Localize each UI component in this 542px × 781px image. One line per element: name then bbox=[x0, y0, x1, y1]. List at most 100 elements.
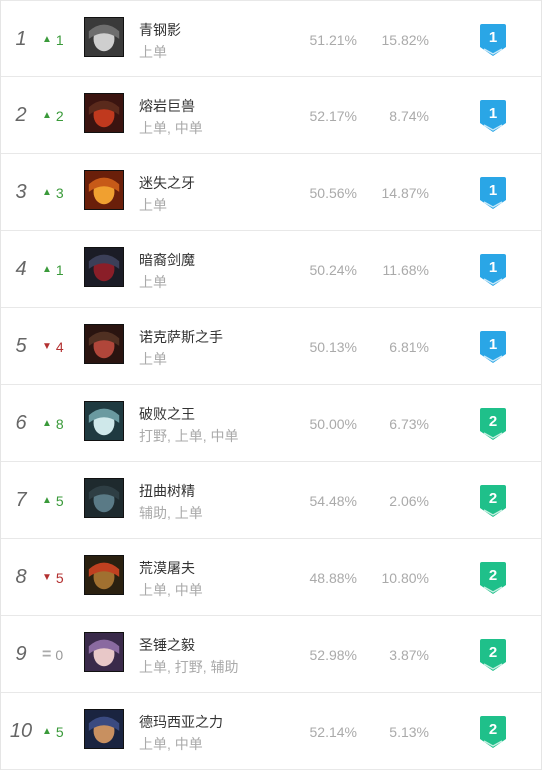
champion-lanes: 上单, 中单 bbox=[139, 582, 203, 598]
rank-change: ▲ 2 bbox=[42, 77, 64, 154]
svg-text:1: 1 bbox=[489, 336, 497, 353]
champion-portrait[interactable] bbox=[84, 324, 124, 364]
tier-badge-icon: 2 bbox=[480, 716, 506, 748]
tier-badge-icon: 1 bbox=[480, 254, 506, 286]
rank-change: ▲ 5 bbox=[42, 462, 64, 539]
champion-portrait[interactable] bbox=[84, 555, 124, 595]
pick-rate: 10.80% bbox=[381, 569, 429, 586]
arrow-up-icon: ▲ bbox=[42, 495, 52, 506]
tier-badge-icon: 1 bbox=[480, 24, 506, 56]
champion-name[interactable]: 迷失之牙 bbox=[139, 173, 195, 193]
win-rate: 50.00% bbox=[309, 415, 357, 432]
rank-change-value: 8 bbox=[55, 415, 64, 432]
tier-badge-icon: 1 bbox=[480, 177, 506, 209]
rank-change: ▲ 1 bbox=[42, 1, 64, 78]
champion-name[interactable]: 诺克萨斯之手 bbox=[139, 327, 223, 347]
svg-text:1: 1 bbox=[489, 29, 497, 46]
champion-name[interactable]: 破败之王 bbox=[139, 404, 195, 424]
tier-badge-icon: 2 bbox=[480, 485, 506, 517]
rank-number: 1 bbox=[15, 28, 27, 50]
champion-row[interactable]: 7 ▲ 5 扭曲树精 辅助, 上单 54.48% 2.06% 2 bbox=[1, 462, 541, 539]
rank-change: ▼ 4 bbox=[42, 308, 64, 385]
champion-portrait[interactable] bbox=[84, 632, 124, 672]
rank-change-value: 4 bbox=[55, 338, 64, 355]
tier-badge-icon: 2 bbox=[480, 562, 506, 594]
champion-row[interactable]: 6 ▲ 8 破败之王 打野, 上单, 中单 50.00% 6.73% 2 bbox=[1, 385, 541, 462]
champion-row[interactable]: 2 ▲ 2 熔岩巨兽 上单, 中单 52.17% 8.74% 1 bbox=[1, 77, 541, 154]
svg-text:2: 2 bbox=[489, 721, 497, 738]
rank-change: ▲ 8 bbox=[42, 385, 64, 462]
pick-rate: 8.74% bbox=[389, 107, 429, 124]
champion-lanes: 上单 bbox=[139, 274, 167, 290]
tier-badge-icon: 1 bbox=[480, 331, 506, 363]
champion-row[interactable]: 8 ▼ 5 荒漠屠夫 上单, 中单 48.88% 10.80% 2 bbox=[1, 539, 541, 616]
champion-row[interactable]: 5 ▼ 4 诺克萨斯之手 上单 50.13% 6.81% 1 bbox=[1, 308, 541, 385]
pick-rate: 6.73% bbox=[389, 415, 429, 432]
champion-portrait[interactable] bbox=[84, 247, 124, 287]
rank-number: 10 bbox=[9, 720, 33, 742]
rank-change-value: 2 bbox=[55, 107, 64, 124]
rank-change: ▼ 5 bbox=[42, 539, 64, 616]
champion-lanes: 上单, 打野, 辅助 bbox=[139, 659, 239, 675]
svg-text:2: 2 bbox=[489, 567, 497, 584]
rank-change-value: 5 bbox=[55, 723, 64, 740]
win-rate: 48.88% bbox=[309, 569, 357, 586]
champion-name[interactable]: 青钢影 bbox=[139, 20, 181, 40]
rank-change: ▲ 5 bbox=[42, 693, 64, 770]
champion-name[interactable]: 圣锤之毅 bbox=[139, 635, 195, 655]
arrow-up-icon: ▲ bbox=[42, 187, 52, 198]
champion-lanes: 上单 bbox=[139, 44, 167, 60]
arrow-up-icon: ▲ bbox=[42, 726, 52, 737]
svg-text:1: 1 bbox=[489, 259, 497, 276]
svg-text:2: 2 bbox=[489, 644, 497, 661]
champion-portrait[interactable] bbox=[84, 93, 124, 133]
equal-icon: = bbox=[42, 645, 52, 663]
pick-rate: 6.81% bbox=[389, 338, 429, 355]
champion-portrait[interactable] bbox=[84, 170, 124, 210]
champion-row[interactable]: 9 = 0 圣锤之毅 上单, 打野, 辅助 52.98% 3.87% 2 bbox=[1, 616, 541, 693]
tier-badge-icon: 2 bbox=[480, 408, 506, 440]
champion-portrait[interactable] bbox=[84, 709, 124, 749]
svg-text:1: 1 bbox=[489, 105, 497, 122]
arrow-down-icon: ▼ bbox=[42, 341, 52, 352]
champion-name[interactable]: 德玛西亚之力 bbox=[139, 712, 223, 732]
rank-number: 3 bbox=[15, 181, 27, 203]
win-rate: 52.17% bbox=[309, 107, 357, 124]
champion-name[interactable]: 暗裔剑魔 bbox=[139, 250, 195, 270]
pick-rate: 5.13% bbox=[389, 723, 429, 740]
arrow-up-icon: ▲ bbox=[42, 418, 52, 429]
rank-change-value: 3 bbox=[55, 184, 64, 201]
champion-lanes: 辅助, 上单 bbox=[139, 505, 203, 521]
champion-row[interactable]: 10 ▲ 5 德玛西亚之力 上单, 中单 52.14% 5.13% 2 bbox=[1, 693, 541, 770]
champion-portrait[interactable] bbox=[84, 401, 124, 441]
rank-change-value: 0 bbox=[55, 646, 64, 663]
rank-number: 9 bbox=[15, 643, 27, 665]
champion-row[interactable]: 4 ▲ 1 暗裔剑魔 上单 50.24% 11.68% 1 bbox=[1, 231, 541, 308]
pick-rate: 11.68% bbox=[382, 261, 429, 278]
tier-badge-icon: 1 bbox=[480, 100, 506, 132]
pick-rate: 15.82% bbox=[381, 31, 429, 48]
champion-lanes: 上单, 中单 bbox=[139, 120, 203, 136]
champion-lanes: 上单 bbox=[139, 351, 167, 367]
champion-row[interactable]: 3 ▲ 3 迷失之牙 上单 50.56% 14.87% 1 bbox=[1, 154, 541, 231]
win-rate: 50.24% bbox=[309, 261, 357, 278]
rank-number: 5 bbox=[15, 335, 27, 357]
champion-portrait[interactable] bbox=[84, 17, 124, 57]
rank-change-value: 5 bbox=[55, 569, 64, 586]
champion-lanes: 上单 bbox=[139, 197, 167, 213]
win-rate: 50.13% bbox=[309, 338, 357, 355]
rank-change: ▲ 3 bbox=[42, 154, 64, 231]
champion-portrait[interactable] bbox=[84, 478, 124, 518]
arrow-up-icon: ▲ bbox=[42, 264, 52, 275]
arrow-up-icon: ▲ bbox=[42, 34, 52, 45]
rank-change-value: 5 bbox=[55, 492, 64, 509]
win-rate: 52.14% bbox=[309, 723, 357, 740]
rank-number: 6 bbox=[15, 412, 27, 434]
win-rate: 50.56% bbox=[309, 184, 357, 201]
champion-name[interactable]: 荒漠屠夫 bbox=[139, 558, 195, 578]
champion-name[interactable]: 扭曲树精 bbox=[139, 481, 195, 501]
champion-row[interactable]: 1 ▲ 1 青钢影 上单 51.21% 15.82% 1 bbox=[1, 0, 541, 77]
champion-name[interactable]: 熔岩巨兽 bbox=[139, 96, 195, 116]
champion-tier-list: 1 ▲ 1 青钢影 上单 51.21% 15.82% 1 2 ▲ 2 熔岩巨兽 … bbox=[0, 0, 542, 770]
rank-number: 2 bbox=[15, 104, 27, 126]
